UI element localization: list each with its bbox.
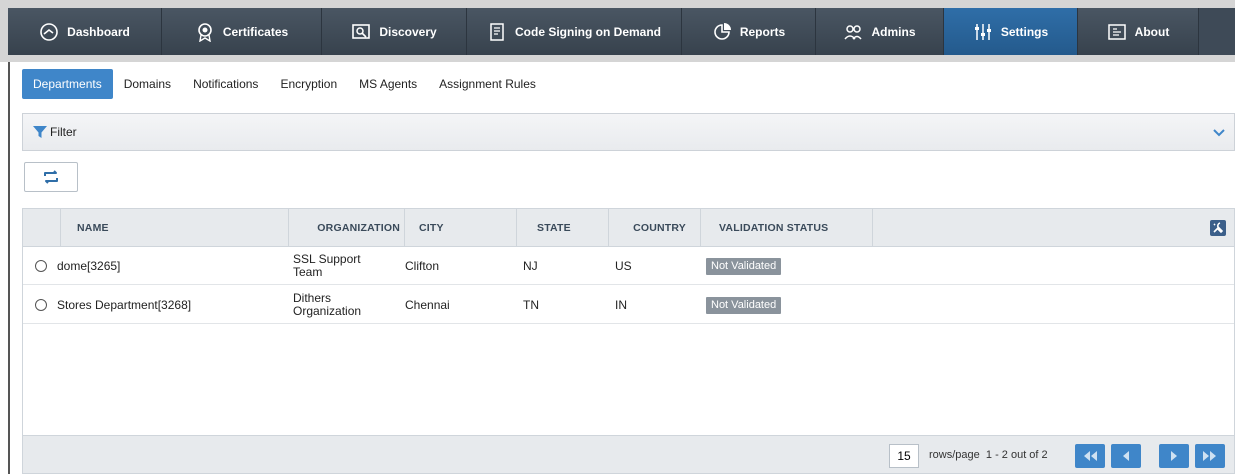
header-country[interactable]: COUNTRY bbox=[609, 209, 701, 247]
cell-name: dome[3265] bbox=[57, 258, 121, 273]
top-navigation: Dashboard Certificates Discovery Code Si… bbox=[0, 0, 1235, 62]
main-menu-bar: Dashboard Certificates Discovery Code Si… bbox=[8, 8, 1235, 55]
nav-dashboard-label: Dashboard bbox=[67, 24, 130, 39]
about-icon bbox=[1107, 22, 1127, 42]
double-left-arrow-icon bbox=[1084, 451, 1097, 461]
nav-certificates[interactable]: Certificates bbox=[162, 8, 322, 55]
nav-code-signing[interactable]: Code Signing on Demand bbox=[467, 8, 682, 55]
tab-notifications[interactable]: Notifications bbox=[182, 69, 269, 99]
cell-organization: SSL Support Team bbox=[293, 252, 361, 279]
filter-label: Filter bbox=[50, 125, 77, 139]
nav-code-signing-label: Code Signing on Demand bbox=[515, 24, 661, 39]
row-select-radio[interactable] bbox=[35, 260, 47, 272]
table-footer: rows/page 1 - 2 out of 2 bbox=[23, 435, 1234, 473]
table-header: NAME ORGANIZATION CITY STATE COUNTRY VAL… bbox=[23, 209, 1234, 247]
nav-about[interactable]: About bbox=[1078, 8, 1199, 55]
cell-state: TN bbox=[523, 297, 539, 312]
dashboard-icon bbox=[39, 22, 59, 42]
code-signing-icon bbox=[487, 22, 507, 42]
discovery-icon bbox=[351, 22, 371, 42]
nav-settings-label: Settings bbox=[1000, 24, 1049, 39]
page-left-border bbox=[8, 62, 10, 474]
cell-name: Stores Department[3268] bbox=[57, 297, 192, 312]
header-state[interactable]: STATE bbox=[517, 209, 609, 247]
last-page-button[interactable] bbox=[1195, 444, 1225, 468]
header-select-spacer bbox=[23, 209, 61, 247]
filter-funnel-icon bbox=[33, 126, 47, 138]
nav-discovery-label: Discovery bbox=[379, 24, 437, 39]
chevron-down-icon[interactable] bbox=[1212, 126, 1226, 140]
column-settings-button[interactable] bbox=[1210, 220, 1226, 236]
nav-admins[interactable]: Admins bbox=[816, 8, 944, 55]
status-badge: Not Validated bbox=[706, 257, 782, 275]
tab-assignment-rules[interactable]: Assignment Rules bbox=[428, 69, 547, 99]
next-page-button[interactable] bbox=[1159, 444, 1189, 468]
tab-encryption[interactable]: Encryption bbox=[269, 69, 348, 99]
header-city[interactable]: CITY bbox=[405, 209, 517, 247]
previous-page-button[interactable] bbox=[1111, 444, 1141, 468]
table-row[interactable]: dome[3265] SSL Support Team Clifton NJ U… bbox=[23, 247, 1234, 285]
left-arrow-icon bbox=[1123, 451, 1129, 461]
nav-admins-label: Admins bbox=[871, 24, 916, 39]
cell-country: US bbox=[615, 258, 632, 273]
cell-organization: Dithers Organization bbox=[293, 291, 362, 318]
cell-city: Clifton bbox=[405, 258, 440, 273]
departments-table: NAME ORGANIZATION CITY STATE COUNTRY VAL… bbox=[22, 208, 1235, 474]
nav-reports-label: Reports bbox=[739, 24, 786, 39]
reports-icon bbox=[712, 22, 732, 42]
double-right-arrow-icon bbox=[1203, 451, 1216, 461]
rows-per-page-input[interactable] bbox=[889, 444, 919, 468]
settings-sliders-icon bbox=[973, 22, 993, 42]
cell-validation-status: Not Validated bbox=[706, 286, 782, 324]
nav-about-label: About bbox=[1134, 24, 1170, 39]
cell-country: IN bbox=[615, 297, 627, 312]
nav-dashboard[interactable]: Dashboard bbox=[8, 8, 162, 55]
cell-validation-status: Not Validated bbox=[706, 247, 782, 285]
cell-state: NJ bbox=[523, 258, 538, 273]
table-row[interactable]: Stores Department[3268] Dithers Organiza… bbox=[23, 286, 1234, 324]
settings-subtabs: Departments Domains Notifications Encryp… bbox=[22, 69, 547, 99]
header-name[interactable]: NAME bbox=[61, 209, 289, 247]
refresh-button[interactable] bbox=[24, 162, 78, 192]
header-validation-status[interactable]: VALIDATION STATUS bbox=[701, 209, 873, 247]
tab-domains[interactable]: Domains bbox=[113, 69, 182, 99]
certificate-icon bbox=[195, 22, 215, 42]
admins-icon bbox=[843, 22, 863, 42]
nav-settings[interactable]: Settings bbox=[944, 8, 1078, 55]
rows-per-page-label: rows/page bbox=[929, 449, 980, 461]
filter-bar[interactable]: Filter bbox=[22, 113, 1235, 151]
range-text: 1 - 2 out of 2 bbox=[985, 449, 1048, 461]
header-organization[interactable]: ORGANIZATION bbox=[289, 209, 405, 247]
nav-reports[interactable]: Reports bbox=[682, 8, 816, 55]
wrench-icon bbox=[1213, 222, 1224, 234]
cell-city: Chennai bbox=[405, 297, 450, 312]
right-arrow-icon bbox=[1171, 451, 1177, 461]
tab-ms-agents[interactable]: MS Agents bbox=[348, 69, 428, 99]
first-page-button[interactable] bbox=[1075, 444, 1105, 468]
pagination-info: rows/page 1 - 2 out of 2 bbox=[929, 436, 1048, 474]
refresh-icon bbox=[44, 170, 58, 184]
tab-departments[interactable]: Departments bbox=[22, 69, 113, 99]
nav-certificates-label: Certificates bbox=[222, 24, 289, 39]
row-select-radio[interactable] bbox=[35, 299, 47, 311]
status-badge: Not Validated bbox=[706, 296, 782, 314]
nav-discovery[interactable]: Discovery bbox=[322, 8, 467, 55]
